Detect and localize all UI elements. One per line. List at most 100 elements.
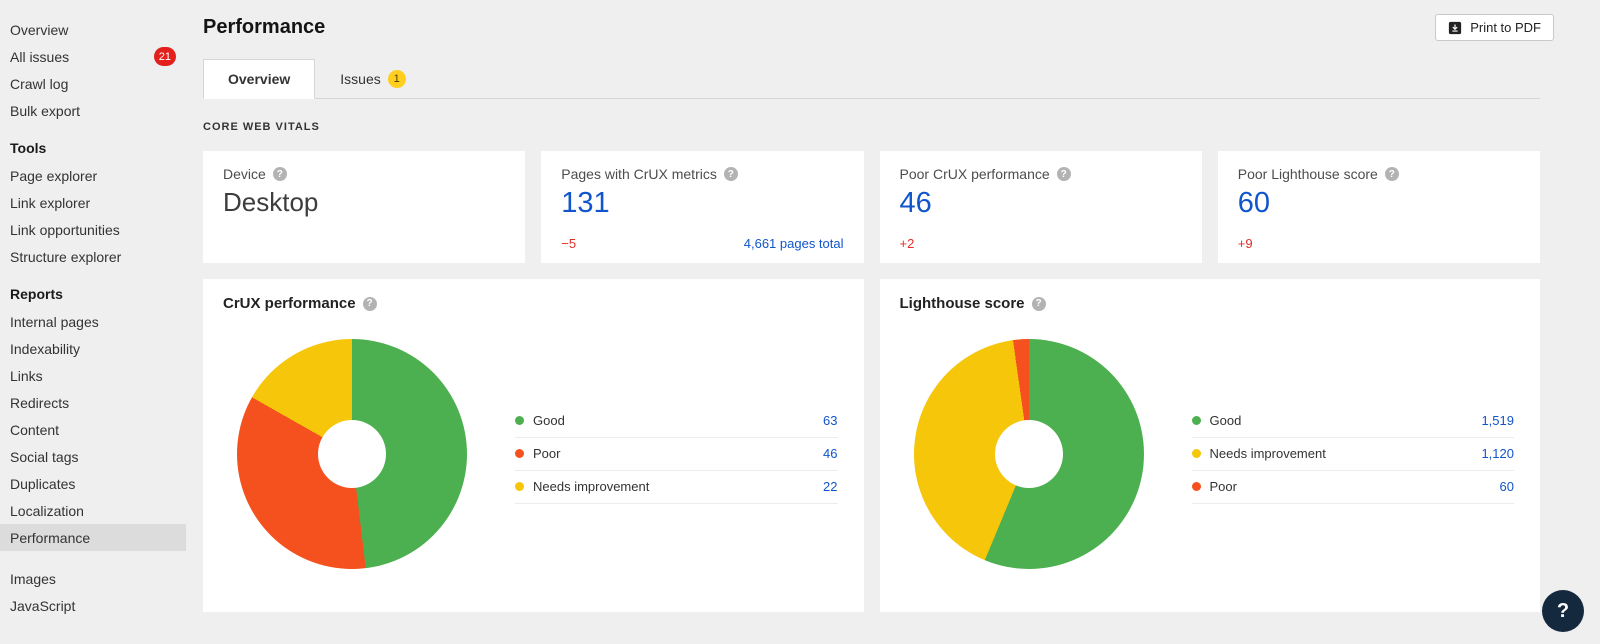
stat-card-value: 131 [561, 187, 843, 220]
sidebar-item-label: Page explorer [10, 168, 97, 184]
sidebar-item-link-explorer[interactable]: Link explorer [0, 189, 186, 216]
stat-card-footer: +2 [900, 236, 1182, 251]
legend-value[interactable]: 60 [1500, 479, 1514, 494]
sidebar-item-label: Redirects [10, 395, 69, 411]
sidebar-item-label: Link explorer [10, 195, 90, 211]
pages-total-link[interactable]: 4,661 pages total [744, 236, 844, 251]
sidebar-item-localization[interactable]: Localization [0, 497, 186, 524]
stat-card-label-text: Poor Lighthouse score [1238, 166, 1378, 182]
sidebar-item-all-issues[interactable]: All issues 21 [0, 43, 186, 70]
sidebar: Overview All issues 21 Crawl log Bulk export… [0, 0, 186, 644]
chart-cards-row: CrUX performance?Good63Poor46Needs impro… [203, 279, 1540, 612]
sidebar-item-structure-explorer[interactable]: Structure explorer [0, 243, 186, 270]
legend-label: Good [1210, 413, 1242, 428]
help-icon: ? [1057, 167, 1071, 181]
stat-card-device: Device?Desktop [203, 151, 525, 263]
sidebar-item-redirects[interactable]: Redirects [0, 389, 186, 416]
legend-dot [1192, 449, 1201, 458]
stat-card-value: 60 [1238, 187, 1520, 220]
legend-item-poor[interactable]: Poor 60 [1192, 471, 1515, 504]
legend-item-good[interactable]: Good 1,519 [1192, 405, 1515, 438]
legend-dot [515, 482, 524, 491]
sidebar-item-label: Links [10, 368, 43, 384]
chart-title-text: Lighthouse score [900, 295, 1025, 312]
print-to-pdf-label: Print to PDF [1470, 20, 1541, 35]
sidebar-item-content[interactable]: Content [0, 416, 186, 443]
sidebar-item-performance[interactable]: Performance [0, 524, 186, 551]
sidebar-group: Tools Page explorer Link explorer Link oppo… [0, 124, 186, 270]
sidebar-section-reports: Reports [0, 270, 186, 308]
legend-dot [515, 416, 524, 425]
legend-item-needs-improvement[interactable]: Needs improvement 22 [515, 471, 838, 504]
sidebar-section-tools: Tools [0, 124, 186, 162]
sidebar-item-links[interactable]: Links [0, 362, 186, 389]
sidebar-item-label: All issues [10, 49, 69, 65]
tab-issues[interactable]: Issues1 [315, 59, 430, 99]
sidebar-item-label: Structure explorer [10, 249, 121, 265]
help-icon: ? [1032, 297, 1046, 311]
sidebar-item-label: Performance [10, 530, 90, 546]
sidebar-item-internal-pages[interactable]: Internal pages [0, 308, 186, 335]
sidebar-group: ReportsInternal pages Indexability Links Re… [0, 270, 186, 551]
legend-dot [1192, 416, 1201, 425]
help-icon: ? [1385, 167, 1399, 181]
chart-legend: Good63 Poor 46 Needs improvement 22 [515, 405, 838, 504]
chart-body: Good 1,519 Needs improvement 1,120 Poor 60 [900, 312, 1521, 596]
sidebar-item-crawl-log[interactable]: Crawl log [0, 70, 186, 97]
stat-card-label: Poor CrUX performance? [900, 166, 1182, 182]
stat-card-label-text: Device [223, 166, 266, 182]
stat-change-value: +2 [900, 236, 915, 251]
sidebar-item-overview[interactable]: Overview [0, 16, 186, 43]
stat-card-label-text: Poor CrUX performance [900, 166, 1050, 182]
crux-performance-donut [237, 339, 467, 569]
sidebar-item-link-opportunities[interactable]: Link opportunities [0, 216, 186, 243]
help-icon: ? [363, 297, 377, 311]
sidebar-item-label: Localization [10, 503, 84, 519]
issues-count-badge: 21 [154, 47, 176, 66]
sidebar-item-label: Indexability [10, 341, 80, 357]
sidebar-item-images[interactable]: Images [0, 565, 186, 592]
tab-overview[interactable]: Overview [203, 59, 315, 99]
help-icon: ? [724, 167, 738, 181]
sidebar-item-label: Duplicates [10, 476, 75, 492]
sidebar-item-label: JavaScript [10, 598, 75, 614]
legend-label: Needs improvement [1210, 446, 1326, 461]
sidebar-item-duplicates[interactable]: Duplicates [0, 470, 186, 497]
sidebar-item-label: Crawl log [10, 76, 68, 92]
legend-label: Needs improvement [533, 479, 649, 494]
legend-value[interactable]: 63 [823, 413, 837, 428]
sidebar-item-page-explorer[interactable]: Page explorer [0, 162, 186, 189]
page-title: Performance [203, 16, 325, 39]
stat-card-label-text: Pages with CrUX metrics [561, 166, 717, 182]
topbar: Performance Print to PDF [203, 0, 1540, 41]
stat-cards-row: Device?Desktop Pages with CrUX metrics? 13… [203, 151, 1540, 263]
stat-card-footer: +9 [1238, 236, 1520, 251]
legend-dot [515, 449, 524, 458]
legend-label: Poor [533, 446, 560, 461]
legend-value[interactable]: 1,120 [1481, 446, 1514, 461]
stat-card-poor-lighthouse-score: Poor Lighthouse score? 60 +9 [1218, 151, 1540, 263]
legend-item-needs-improvement[interactable]: Needs improvement 1,120 [1192, 438, 1515, 471]
print-to-pdf-button[interactable]: Print to PDF [1435, 14, 1554, 41]
chart-title: Lighthouse score? [900, 295, 1521, 312]
chart-title-text: CrUX performance [223, 295, 356, 312]
sidebar-item-social-tags[interactable]: Social tags [0, 443, 186, 470]
stat-card-pages-with-crux-metrics: Pages with CrUX metrics?131−54,661 pages… [541, 151, 863, 263]
stat-card-value: 46 [900, 187, 1182, 220]
lighthouse-score-donut [914, 339, 1144, 569]
legend-value[interactable]: 1,519 [1481, 413, 1514, 428]
legend-label: Poor [1210, 479, 1237, 494]
tab-issues-badge: 1 [388, 70, 406, 88]
sidebar-item-indexability[interactable]: Indexability [0, 335, 186, 362]
chart-title: CrUX performance? [223, 295, 844, 312]
legend-dot [1192, 482, 1201, 491]
legend-item-poor[interactable]: Poor 46 [515, 438, 838, 471]
legend-value[interactable]: 22 [823, 479, 837, 494]
sidebar-item-bulk-export[interactable]: Bulk export [0, 97, 186, 124]
chart-body: Good63 Poor 46 Needs improvement 22 [223, 312, 844, 596]
sidebar-item-javascript[interactable]: JavaScript [0, 592, 186, 619]
help-button[interactable]: ? [1542, 590, 1584, 632]
sidebar-group: Overview All issues 21 Crawl log Bulk export [0, 16, 186, 124]
legend-item-good[interactable]: Good63 [515, 405, 838, 438]
legend-value[interactable]: 46 [823, 446, 837, 461]
